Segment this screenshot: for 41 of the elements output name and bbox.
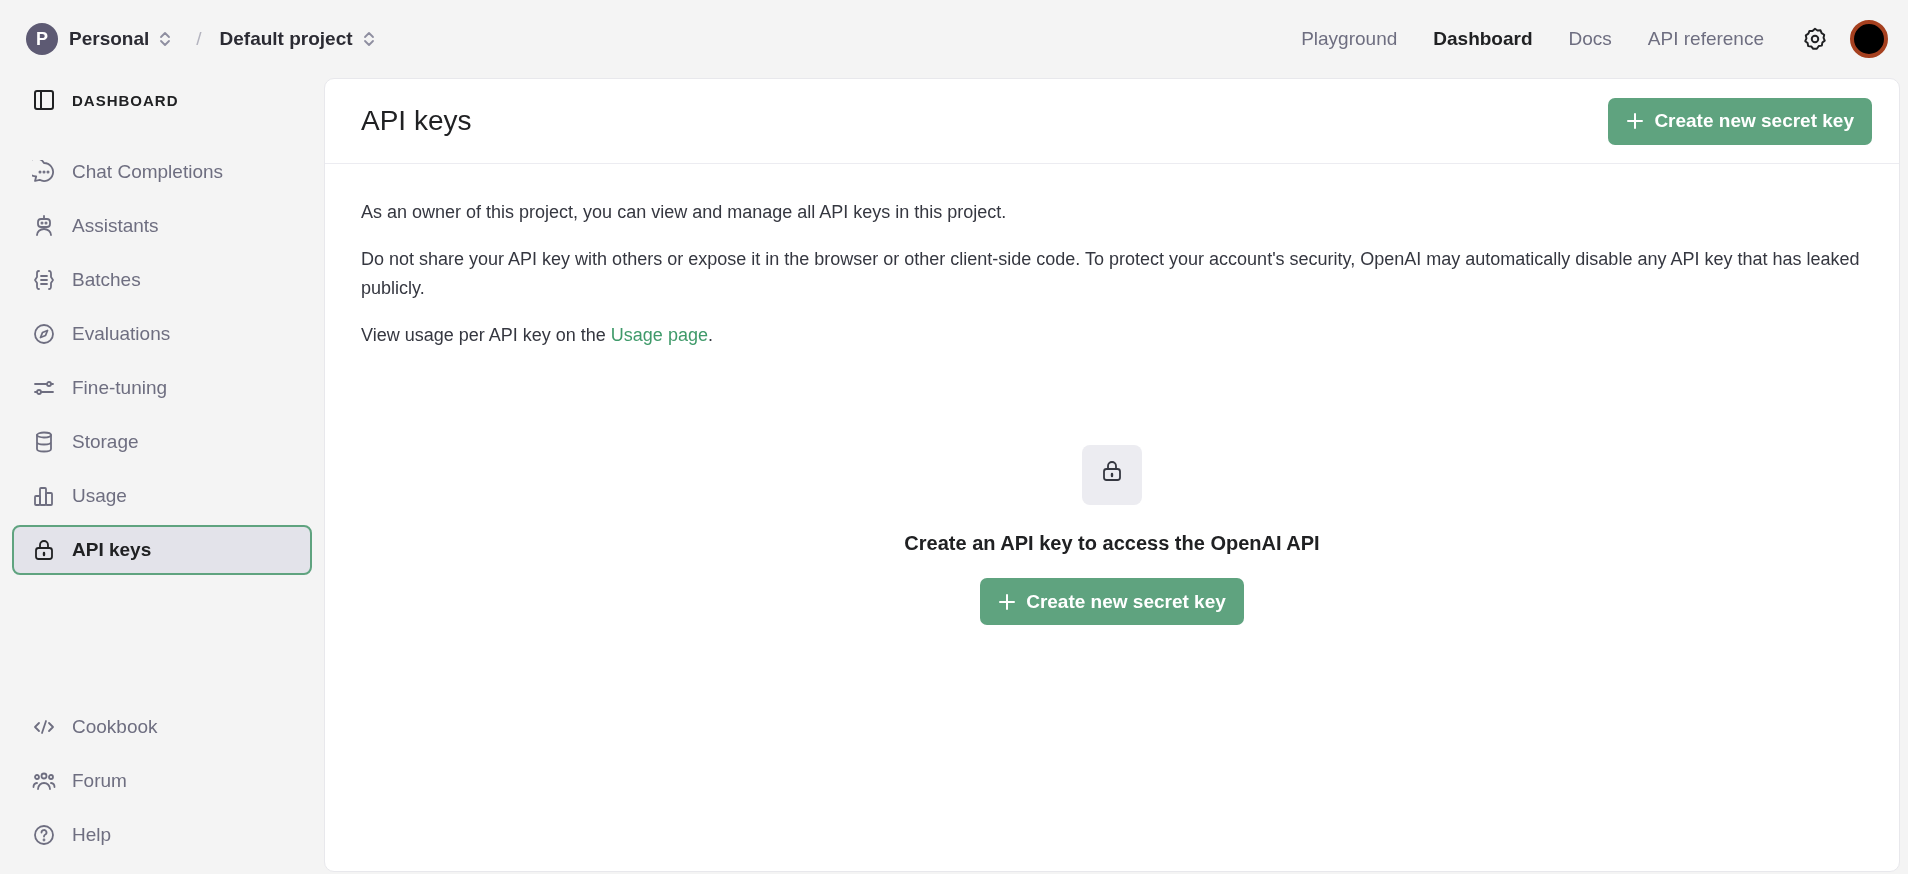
sidebar-link[interactable]: Forum <box>12 756 312 806</box>
braces-icon <box>32 268 56 292</box>
bar-chart-icon <box>32 484 56 508</box>
sidebar-panel-icon[interactable] <box>32 88 56 112</box>
sidebar-item[interactable]: Chat Completions <box>12 147 312 197</box>
user-avatar[interactable] <box>1850 20 1888 58</box>
project-switcher[interactable]: Default project <box>219 28 376 50</box>
help-icon <box>32 823 56 847</box>
sidebar-item[interactable]: Evaluations <box>12 309 312 359</box>
compass-icon <box>32 322 56 346</box>
nav-link[interactable]: Dashboard <box>1433 28 1533 50</box>
sidebar-item[interactable]: Usage <box>12 471 312 521</box>
sidebar-item[interactable]: API keys <box>12 525 312 575</box>
sidebar-link[interactable]: Help <box>12 810 312 860</box>
create-secret-key-button[interactable]: Create new secret key <box>1608 97 1872 145</box>
page-title: API keys <box>361 105 472 137</box>
empty-state-message: Create an API key to access the OpenAI API <box>904 531 1320 556</box>
chat-bubble-icon <box>32 160 56 184</box>
organization-switcher[interactable]: Personal <box>69 28 173 50</box>
sidebar-item[interactable]: Batches <box>12 255 312 305</box>
plus-icon <box>998 592 1017 611</box>
sidebar-item[interactable]: Storage <box>12 417 312 467</box>
nav-link[interactable]: API reference <box>1647 28 1764 50</box>
usage-page-link[interactable]: Usage page <box>610 325 708 345</box>
nav-link[interactable]: Docs <box>1568 28 1612 50</box>
sidebar-item[interactable]: Assistants <box>12 201 312 251</box>
info-paragraph: As an owner of this project, you can view and manage all API keys in this project. <box>361 201 1008 224</box>
create-secret-key-button[interactable]: Create new secret key <box>980 578 1244 625</box>
chevron-up-down-icon <box>361 30 376 48</box>
breadcrumb-separator: / <box>196 28 202 50</box>
chevron-up-down-icon <box>158 30 173 48</box>
sidebar-item[interactable]: Fine-tuning <box>12 363 312 413</box>
avatar-circle: P <box>26 23 58 55</box>
sidebar-link[interactable]: Cookbook <box>12 702 312 752</box>
usage-note: View usage per API key on the Usage page. <box>361 324 714 347</box>
settings-icon[interactable] <box>1802 26 1828 52</box>
padlock-icon <box>32 538 56 562</box>
sidebar-title: DASHBOARD <box>72 91 179 109</box>
plus-icon <box>1626 112 1645 130</box>
info-paragraph: Do not share your API key with others or expose it in the browser or other client-side code. To protect your account's security, OpenAI may automatically disable any API key that has leaked publicly. <box>361 248 1861 300</box>
nav-link[interactable]: Playground <box>1301 28 1398 50</box>
